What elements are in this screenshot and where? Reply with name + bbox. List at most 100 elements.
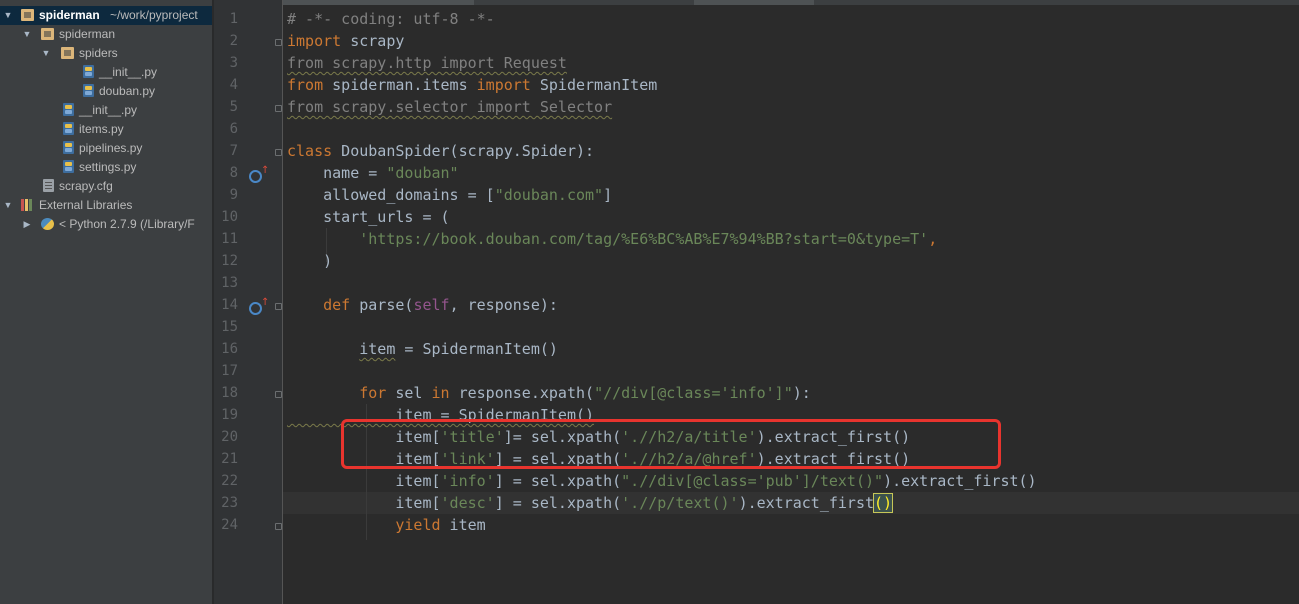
line-number: 23 [221, 495, 238, 511]
tree-root-spiderman[interactable]: ▼ spiderman ~/work/pyproject [0, 6, 212, 25]
line-number: 6 [229, 121, 238, 137]
python-file-icon [83, 84, 94, 97]
code-token: scrapy [341, 32, 405, 50]
code-token: ).extract_first() [883, 472, 1037, 490]
tree-item-spiders-package[interactable]: ▼ spiders [0, 44, 212, 63]
tree-item-label: __init__.py [79, 103, 138, 117]
tree-item-items-py[interactable]: items.py [0, 120, 212, 139]
code-token: ): [792, 384, 811, 402]
unused-import-token: from scrapy.http import Request [287, 54, 567, 72]
line-number: 8 [229, 165, 238, 181]
tree-item-label: spiderman [59, 27, 116, 41]
expand-arrow-icon[interactable]: ▼ [3, 199, 13, 211]
tree-item-label: < Python 2.7.9 (/Library/F [59, 217, 195, 231]
tree-item-external-libraries[interactable]: ▼ External Libraries [0, 196, 212, 215]
code-token: item [359, 340, 396, 358]
tree-item-init-py[interactable]: __init__.py [0, 101, 212, 120]
code-token: sel [386, 384, 432, 402]
code-token: ) [287, 252, 333, 270]
line-number: 21 [221, 451, 238, 467]
unused-import-token: from scrapy.selector import Selector [287, 98, 613, 116]
fold-marker-icon[interactable] [275, 523, 282, 530]
code-token: ).extract_first [738, 494, 875, 512]
line-number: 10 [221, 209, 238, 225]
self-token: self [413, 296, 450, 314]
line-number: 13 [221, 275, 238, 291]
line-number: 9 [229, 187, 238, 203]
keyword-token: for [359, 384, 387, 402]
code-line-1: # -*- coding: utf-8 -*- [287, 8, 495, 30]
python-file-icon [63, 160, 74, 173]
tree-item-scrapy-cfg[interactable]: scrapy.cfg [0, 177, 212, 196]
annotation-highlight-box [341, 419, 1001, 469]
string-token: "douban.com" [494, 186, 604, 204]
code-token: item [440, 516, 486, 534]
line-number: 2 [229, 33, 238, 49]
editor-tab[interactable] [274, 0, 474, 5]
code-line-5: from scrapy.selector import Selector [287, 96, 612, 118]
project-tool-window: ▼ spiderman ~/work/pyproject ▼ spiderman… [0, 0, 212, 604]
collapse-arrow-icon[interactable]: ▶ [22, 218, 32, 230]
editor-gutter[interactable]: 1 2 3 4 5 6 7 8 9 10 11 12 13 14 15 16 17 18 19 20 21 22 23 24 [214, 0, 282, 604]
override-method-icon[interactable] [249, 297, 269, 315]
string-token: ".//div[@class='pub']/text()" [621, 472, 884, 490]
project-root-label: spiderman [39, 8, 100, 22]
tree-item-spiderman-package[interactable]: ▼ spiderman [0, 25, 212, 44]
tree-item-label: douban.py [99, 84, 156, 98]
python-file-icon [63, 141, 74, 154]
code-line-23: item['desc'] = sel.xpath('.//p/text()').… [287, 492, 894, 514]
code-line-2: import scrapy [287, 30, 404, 52]
code-token: item[ [287, 472, 441, 490]
fold-marker-icon[interactable] [275, 39, 282, 46]
code-token: parse( [350, 296, 414, 314]
fold-marker-icon[interactable] [275, 105, 282, 112]
expand-arrow-icon[interactable]: ▼ [3, 9, 13, 21]
line-number: 11 [221, 231, 238, 247]
tree-item-label: scrapy.cfg [59, 179, 113, 193]
editor-tab[interactable] [694, 0, 814, 5]
fold-marker-icon[interactable] [275, 303, 282, 310]
tree-item-label: External Libraries [39, 198, 133, 212]
keyword-token: import [287, 32, 342, 50]
folder-icon [21, 9, 34, 21]
tree-item-label: spiders [79, 46, 118, 60]
code-editor[interactable]: 1 2 3 4 5 6 7 8 9 10 11 12 13 14 15 16 17 18 19 20 21 22 23 24 … [214, 0, 1299, 604]
tree-item-python-sdk[interactable]: ▶ < Python 2.7.9 (/Library/F [0, 215, 212, 234]
code-line-3: from scrapy.http import Request [287, 52, 567, 74]
tree-item-settings-py[interactable]: settings.py [0, 158, 212, 177]
line-number: 7 [229, 143, 238, 159]
line-number: 4 [229, 77, 238, 93]
fold-marker-icon[interactable] [275, 149, 282, 156]
expand-arrow-icon[interactable]: ▼ [22, 28, 32, 40]
comment-token: # -*- coding: utf-8 -*- [287, 10, 495, 28]
line-number: 17 [221, 363, 238, 379]
code-token: , [928, 230, 938, 248]
code-line-12: ) [287, 250, 332, 272]
line-number: 19 [221, 407, 238, 423]
expand-arrow-icon[interactable]: ▼ [41, 47, 51, 59]
tree-item-pipelines-py[interactable]: pipelines.py [0, 139, 212, 158]
code-token: DoubanSpider(scrapy.Spider): [332, 142, 595, 160]
line-number: 16 [221, 341, 238, 357]
editor-tab-bar[interactable] [214, 0, 1299, 5]
tree-item-label: settings.py [79, 160, 137, 174]
line-number: 22 [221, 473, 238, 489]
code-line-8: name = "douban" [287, 162, 458, 184]
tree-item-label: __init__.py [99, 65, 158, 79]
tree-item-spiders-init[interactable]: __init__.py [0, 63, 212, 82]
override-method-icon[interactable] [249, 165, 269, 183]
fold-marker-icon[interactable] [275, 391, 282, 398]
tree-item-douban-py[interactable]: douban.py [0, 82, 212, 101]
matched-brace-token: () [873, 493, 894, 513]
line-number: 3 [229, 55, 238, 71]
line-number: 12 [221, 253, 238, 269]
package-folder-icon [41, 28, 54, 40]
code-token: ] [603, 186, 613, 204]
python-sdk-icon [41, 218, 54, 230]
keyword-token: import [476, 76, 531, 94]
